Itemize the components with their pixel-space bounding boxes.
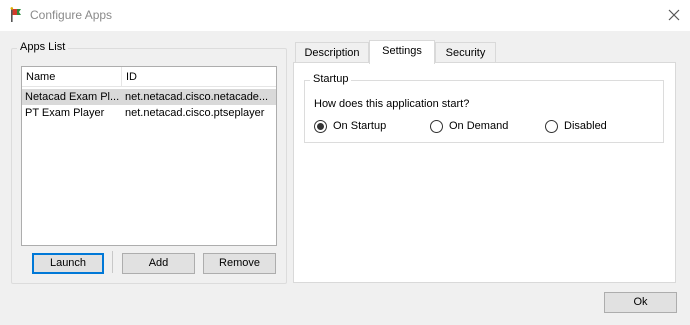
radio-label: Disabled [564, 120, 607, 132]
flag-icon [8, 7, 24, 23]
column-header-id[interactable]: ID [122, 67, 276, 87]
app-name: PT Exam Player [25, 107, 105, 119]
startup-group-label: Startup [310, 73, 352, 85]
button-divider [112, 251, 113, 273]
list-header: Name ID [22, 67, 276, 87]
apps-list-view[interactable]: Name ID Netacad Exam Pl... net.netacad.c… [21, 66, 277, 246]
radio-unchecked-icon[interactable] [430, 119, 443, 133]
radio-unchecked-icon[interactable] [545, 119, 558, 133]
remove-button[interactable]: Remove [203, 253, 276, 274]
list-item[interactable]: PT Exam Player net.netacad.cisco.ptsepla… [22, 105, 276, 121]
title-bar: Configure Apps [0, 0, 690, 31]
column-header-name[interactable]: Name [22, 67, 122, 87]
apps-list-label: Apps List [17, 41, 69, 53]
radio-checked-icon[interactable] [314, 119, 327, 133]
launch-button[interactable]: Launch [32, 253, 104, 274]
app-id: net.netacad.cisco.netacade... [125, 91, 269, 103]
window-title: Configure Apps [30, 8, 113, 22]
startup-question: How does this application start? [314, 98, 470, 110]
radio-label: On Startup [333, 120, 387, 132]
close-icon[interactable] [664, 6, 684, 24]
app-name: Netacad Exam Pl... [25, 91, 120, 103]
ok-button[interactable]: Ok [604, 292, 677, 313]
add-button[interactable]: Add [122, 253, 195, 274]
radio-label: On Demand [449, 120, 509, 132]
radio-on-demand[interactable]: On Demand [430, 119, 508, 133]
radio-on-startup[interactable]: On Startup [314, 119, 386, 133]
tab-description[interactable]: Description [295, 42, 369, 63]
startup-group [304, 80, 664, 143]
tab-security[interactable]: Security [435, 42, 496, 63]
tab-settings[interactable]: Settings [369, 40, 435, 64]
list-item[interactable]: Netacad Exam Pl... net.netacad.cisco.net… [22, 89, 276, 105]
app-id: net.netacad.cisco.ptseplayer [125, 107, 265, 119]
radio-disabled[interactable]: Disabled [545, 119, 607, 133]
